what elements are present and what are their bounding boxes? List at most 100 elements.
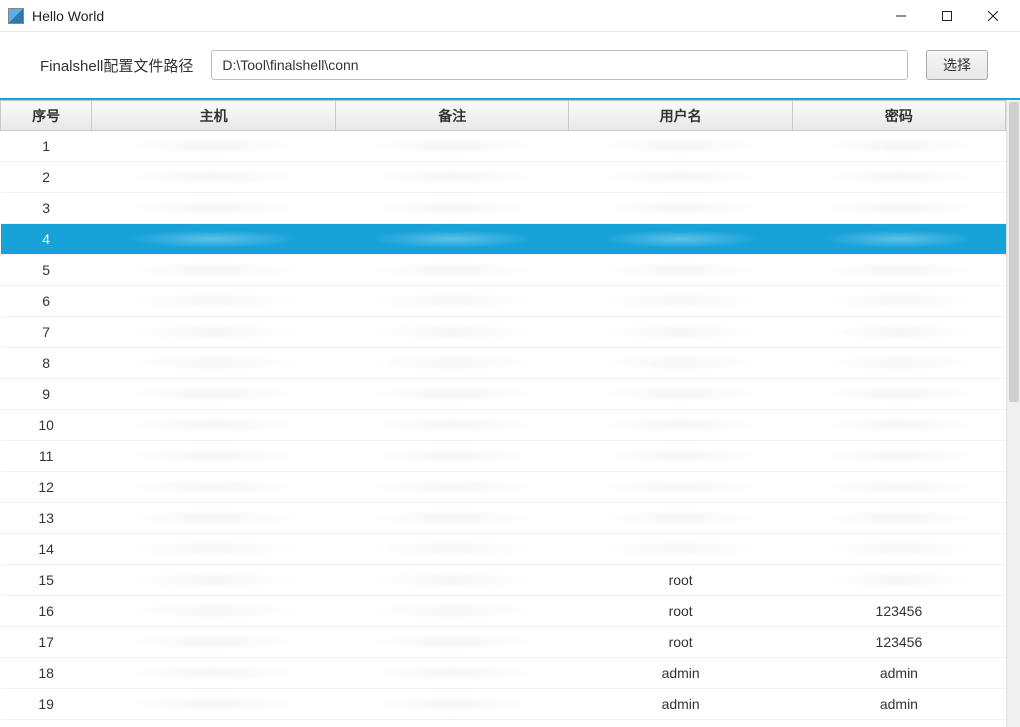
cell-pass [792,565,1005,596]
cell-host [92,503,336,534]
redacted-content [602,199,758,217]
cell-pass [792,472,1005,503]
vertical-scrollbar[interactable] [1006,100,1020,727]
table-row[interactable]: 13 [1,503,1006,534]
maximize-button[interactable] [924,1,970,31]
maximize-icon [942,11,952,21]
cell-note [335,534,568,565]
minimize-button[interactable] [878,1,924,31]
cell-note [335,131,568,162]
table-row[interactable]: 12 [1,472,1006,503]
cell-note [335,193,568,224]
redacted-content [128,323,299,341]
cell-pass [792,193,1005,224]
table-row[interactable]: 16root123456 [1,596,1006,627]
path-input[interactable] [211,50,908,80]
redacted-content [371,292,534,310]
toolbar: Finalshell配置文件路径 选择 [0,32,1020,98]
cell-user [569,317,792,348]
app-icon [8,8,24,24]
table-row[interactable]: 10 [1,410,1006,441]
cell-seq: 11 [1,441,92,472]
cell-seq: 10 [1,410,92,441]
redacted-content [371,137,534,155]
col-header-note[interactable]: 备注 [335,101,568,131]
table-row[interactable]: 17root123456 [1,627,1006,658]
cell-host [92,534,336,565]
close-icon [988,11,998,21]
cell-note [335,379,568,410]
redacted-content [371,509,534,527]
redacted-content [602,509,758,527]
table-row[interactable]: 4 [1,224,1006,255]
table-row[interactable]: 1 [1,131,1006,162]
cell-note [335,441,568,472]
col-header-host[interactable]: 主机 [92,101,336,131]
redacted-content [128,664,299,682]
table-row[interactable]: 6 [1,286,1006,317]
cell-host [92,441,336,472]
cell-host [92,162,336,193]
cell-user [569,348,792,379]
redacted-content [371,447,534,465]
titlebar: Hello World [0,0,1020,32]
cell-note [335,627,568,658]
redacted-content [128,199,299,217]
cell-seq: 17 [1,627,92,658]
col-header-user[interactable]: 用户名 [569,101,792,131]
table-row[interactable]: 5 [1,255,1006,286]
minimize-icon [896,11,906,21]
cell-pass [792,534,1005,565]
redacted-content [128,230,299,248]
table-row[interactable]: 2 [1,162,1006,193]
cell-host [92,379,336,410]
table-row[interactable]: 9 [1,379,1006,410]
redacted-content [128,261,299,279]
table-row[interactable]: 11 [1,441,1006,472]
cell-note [335,317,568,348]
redacted-content [602,323,758,341]
redacted-content [371,385,534,403]
redacted-content [371,416,534,434]
scrollbar-thumb[interactable] [1009,102,1019,402]
cell-user: root [569,596,792,627]
col-header-seq[interactable]: 序号 [1,101,92,131]
redacted-content [128,509,299,527]
cell-pass [792,348,1005,379]
cell-host [92,193,336,224]
cell-seq: 7 [1,317,92,348]
table-row[interactable]: 18adminadmin [1,658,1006,689]
cell-pass: admin [792,658,1005,689]
cell-note [335,286,568,317]
cell-pass [792,286,1005,317]
redacted-content [128,292,299,310]
cell-host [92,410,336,441]
table-row[interactable]: 8 [1,348,1006,379]
cell-note [335,255,568,286]
close-button[interactable] [970,1,1016,31]
cell-host [92,565,336,596]
redacted-content [602,261,758,279]
redacted-content [128,540,299,558]
cell-note [335,162,568,193]
redacted-content [824,385,973,403]
cell-pass [792,224,1005,255]
cell-host [92,658,336,689]
table-row[interactable]: 19adminadmin [1,689,1006,720]
choose-button[interactable]: 选择 [926,50,988,80]
col-header-pass[interactable]: 密码 [792,101,1005,131]
cell-host [92,472,336,503]
cell-user [569,472,792,503]
redacted-content [371,478,534,496]
redacted-content [824,416,973,434]
redacted-content [128,137,299,155]
data-table[interactable]: 序号 主机 备注 用户名 密码 123456789101112131415roo… [0,100,1006,720]
table-row[interactable]: 7 [1,317,1006,348]
cell-user: admin [569,658,792,689]
table-row[interactable]: 14 [1,534,1006,565]
cell-host [92,131,336,162]
table-row[interactable]: 3 [1,193,1006,224]
cell-seq: 13 [1,503,92,534]
cell-pass [792,317,1005,348]
table-row[interactable]: 15root [1,565,1006,596]
